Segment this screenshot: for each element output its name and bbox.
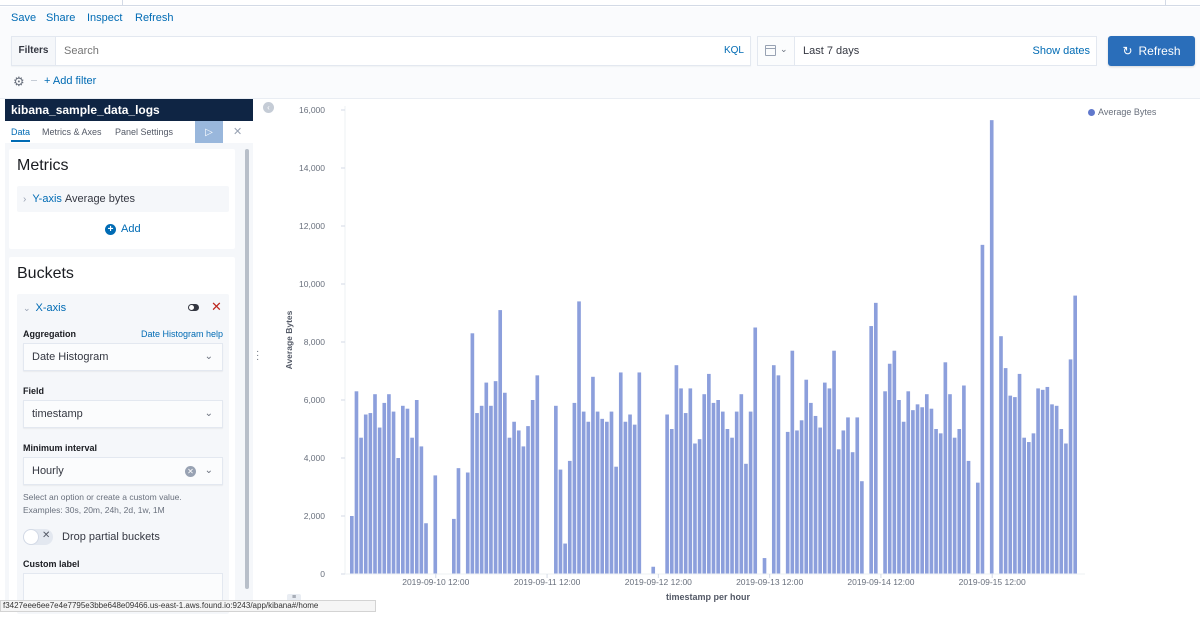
refresh-link[interactable]: Refresh (135, 12, 174, 24)
legend-label: Average Bytes (1098, 107, 1157, 117)
chevron-down-icon: ⌄ (204, 351, 213, 362)
refresh-icon: ↻ (1122, 44, 1133, 58)
date-picker: ⌄ Last 7 days Show dates (757, 36, 1097, 66)
x-axis-bucket: ⌄ X-axis ✕ Aggregation Date Histogram hel… (17, 294, 229, 614)
metric-y-axis-row[interactable]: › Y-axis Average bytes (17, 186, 229, 212)
quick-date-menu-button[interactable]: ⌄ (758, 37, 795, 65)
legend-item[interactable]: Average Bytes (1088, 107, 1156, 117)
switch-knob (23, 529, 39, 545)
top-nav-menu: Save Share Inspect Refresh (0, 7, 1200, 33)
index-pattern-title: kibana_sample_data_logs (5, 99, 253, 121)
calendar-icon (765, 45, 776, 56)
cross-icon: ✕ (42, 530, 51, 541)
query-bar: Filters KQL ⌄ Last 7 days Show dates ↻ Re… (0, 33, 1200, 99)
status-bar-url: f3427eee6ee7e4e7795e3bbe648e09466.us-eas… (0, 600, 376, 612)
save-link[interactable]: Save (11, 12, 36, 24)
field-select[interactable]: timestamp ⌄ (23, 400, 223, 428)
gear-icon[interactable]: ⚙ (13, 74, 25, 90)
chevron-right-icon: › (23, 194, 27, 205)
collapse-sidebar-icon[interactable]: ‹ (263, 102, 274, 113)
vis-editor-sidebar: kibana_sample_data_logs Data Metrics & A… (5, 99, 253, 617)
metrics-title: Metrics (17, 157, 69, 174)
custom-label-label: Custom label (23, 559, 80, 569)
add-metric-button[interactable]: + Add (105, 223, 141, 235)
toggle-agg-icon[interactable] (188, 304, 199, 311)
drop-partial-buckets-switch[interactable]: ✕ (23, 529, 53, 545)
apply-changes-button[interactable]: ▷ (195, 121, 223, 143)
date-histogram-help-link[interactable]: Date Histogram help (141, 329, 223, 339)
tab-panel-settings[interactable]: Panel Settings (115, 127, 173, 137)
aggregation-value: Date Histogram (32, 351, 109, 363)
interval-combobox[interactable]: Hourly ✕ ⌄ (23, 457, 223, 485)
browser-top-strip (0, 0, 1200, 6)
plus-circle-icon: + (105, 224, 116, 235)
tab-metrics-axes[interactable]: Metrics & Axes (42, 127, 102, 137)
add-filter-button[interactable]: + Add filter (44, 75, 96, 87)
play-icon: ▷ (205, 126, 213, 138)
discard-close-icon[interactable]: ✕ (233, 125, 242, 138)
remove-bucket-icon[interactable]: ✕ (211, 299, 222, 315)
sidebar-scrollbar[interactable] (245, 149, 249, 589)
search-input[interactable] (64, 37, 704, 65)
chevron-down-icon: ⌄ (23, 303, 31, 313)
chart-area (278, 99, 1200, 609)
tab-data[interactable]: Data (11, 127, 31, 142)
inspect-link[interactable]: Inspect (87, 12, 122, 24)
show-dates-button[interactable]: Show dates (1033, 45, 1090, 57)
x-axis-toggle[interactable]: ⌄ X-axis (23, 302, 66, 314)
refresh-button[interactable]: ↻ Refresh (1108, 36, 1195, 66)
search-bar: Filters KQL (11, 36, 751, 66)
field-label: Field (23, 386, 45, 396)
chevron-down-icon: ⌄ (780, 44, 788, 54)
filters-label: Filters (12, 37, 56, 65)
interval-value: Hourly (32, 465, 64, 477)
divider (31, 80, 37, 81)
interval-examples: Examples: 30s, 20m, 24h, 2d, 1w, 1M (23, 505, 165, 515)
interval-label: Minimum interval (23, 443, 98, 453)
legend-dot-icon (1088, 109, 1095, 117)
buckets-panel: Buckets ⌄ X-axis ✕ Aggregation Date Histo… (9, 257, 235, 617)
divider (122, 0, 123, 6)
date-range-value[interactable]: Last 7 days (803, 45, 859, 57)
field-value: timestamp (32, 408, 83, 420)
metrics-panel: Metrics › Y-axis Average bytes + Add (9, 149, 235, 249)
share-link[interactable]: Share (46, 12, 75, 24)
metric-axis-label: Y-axis (32, 193, 62, 205)
interval-hint: Select an option or create a custom valu… (23, 492, 182, 502)
metric-label: Average bytes (64, 193, 136, 205)
query-language-button[interactable]: KQL (724, 45, 744, 56)
divider (1165, 0, 1166, 6)
buckets-title: Buckets (17, 265, 74, 282)
clear-icon[interactable]: ✕ (185, 466, 196, 477)
chevron-down-icon: ⌄ (204, 408, 213, 419)
editor-tabs: Data Metrics & Axes Panel Settings ▷ ✕ (5, 121, 253, 143)
aggregation-label: Aggregation (23, 329, 76, 339)
aggregation-select[interactable]: Date Histogram ⌄ (23, 343, 223, 371)
x-axis-label: X-axis (35, 302, 67, 314)
drop-partial-buckets-label: Drop partial buckets (62, 531, 160, 543)
refresh-button-label: Refresh (1138, 44, 1181, 58)
add-metric-label: Add (121, 223, 141, 235)
chevron-down-icon: ⌄ (204, 465, 213, 476)
resize-handle[interactable]: · · · (256, 347, 259, 365)
